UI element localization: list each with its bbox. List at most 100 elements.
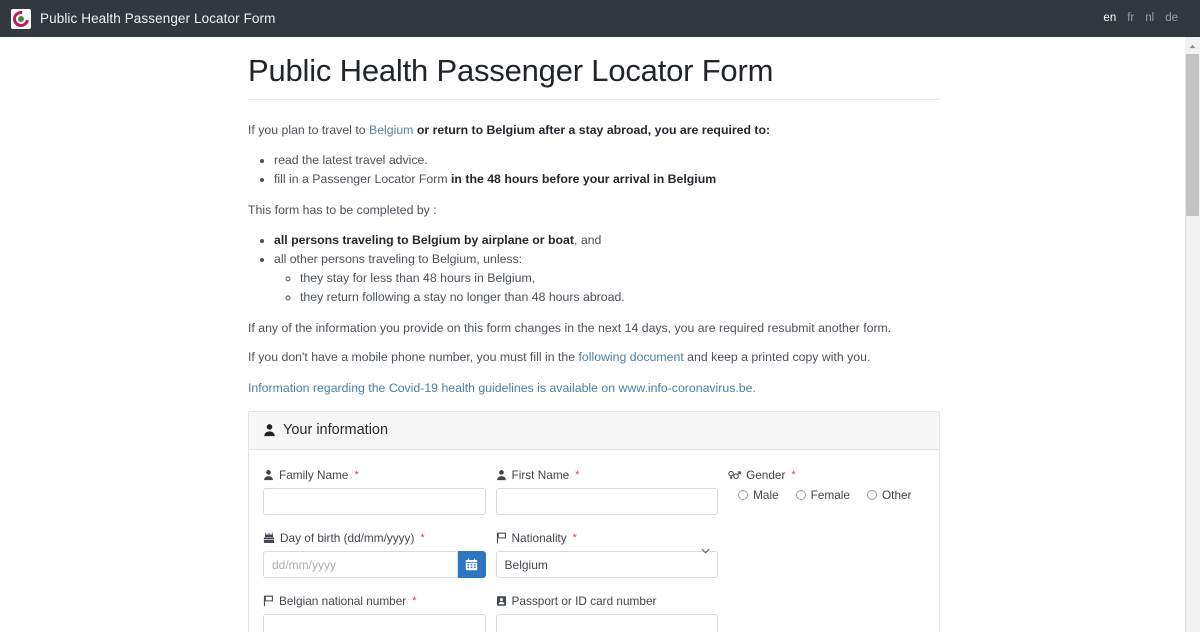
intro-item-1-bold: in the 48 hours before your arrival in B…: [451, 171, 717, 186]
required-marker: *: [412, 595, 417, 608]
page-title: Public Health Passenger Locator Form: [248, 53, 774, 88]
form-row-id-numbers: Belgian national number * YY.MM.DD-sss-P…: [263, 594, 925, 632]
content-container: Public Health Passenger Locator Form If …: [248, 37, 940, 632]
nationality-label-text: Nationality: [511, 531, 567, 546]
gender-option-male[interactable]: Male: [738, 488, 779, 502]
venus-mars-icon: [728, 469, 741, 481]
gender-label-text: Gender: [746, 468, 786, 483]
first-name-field-group: First Name *: [495, 468, 719, 516]
list-item: they return following a stay no longer t…: [300, 288, 940, 307]
gender-label: Gender *: [728, 468, 925, 482]
required-marker: *: [354, 469, 359, 482]
panel-body: Family Name * First Name * Gender * Male…: [249, 450, 939, 632]
intro-lead: If you plan to travel to Belgium or retu…: [248, 122, 940, 140]
no-phone-notice: If you don't have a mobile phone number,…: [248, 349, 940, 367]
nationality-select[interactable]: Belgium: [495, 551, 719, 579]
triangle-up-icon: [1189, 36, 1196, 54]
no-phone-after: and keep a printed copy with you.: [683, 349, 871, 364]
passport-number-label-text: Passport or ID card number: [511, 594, 657, 609]
language-link-en[interactable]: en: [1103, 12, 1116, 24]
day-of-birth-label-text: Day of birth (dd/mm/yyyy): [280, 531, 415, 546]
radio-button[interactable]: [738, 490, 749, 501]
calendar-picker-button[interactable]: [457, 551, 486, 579]
form-row-birth-nationality: Day of birth (dd/mm/yyyy) * dd/mm/yyyy N…: [263, 531, 925, 579]
window-titlebar: Public Health Passenger Locator Form en …: [0, 0, 1200, 37]
family-name-label-text: Family Name: [279, 468, 349, 483]
nationality-label: Nationality *: [496, 531, 719, 545]
calendar-icon: [465, 558, 478, 571]
list-item: read the latest travel advice.: [274, 151, 940, 170]
following-document-link[interactable]: following document: [578, 350, 683, 364]
gender-option-female-label: Female: [810, 488, 850, 503]
user-icon: [263, 469, 274, 481]
gender-option-other-label: Other: [881, 488, 912, 503]
radio-button[interactable]: [866, 490, 877, 501]
scrollbar-up-button[interactable]: [1185, 37, 1200, 52]
list-item: all persons traveling to Belgium by airp…: [274, 231, 940, 250]
window-title: Public Health Passenger Locator Form: [40, 11, 276, 26]
panel-title: Your information: [283, 422, 389, 439]
day-of-birth-field-group: Day of birth (dd/mm/yyyy) *: [263, 531, 486, 579]
belgian-national-number-input[interactable]: [263, 614, 486, 632]
family-name-label: Family Name *: [263, 468, 486, 482]
completed-by-0-bold: all persons traveling to Belgium by airp…: [274, 232, 574, 247]
birthday-cake-icon: [263, 532, 275, 544]
intro-item-0-text: read the latest travel advice.: [274, 152, 428, 167]
gender-radio-group: Male Female Other: [728, 488, 925, 502]
nationality-field-group: Nationality * Belgium: [495, 531, 719, 579]
passport-number-input[interactable]: [495, 614, 719, 632]
row2-spacer: [728, 531, 925, 578]
gender-option-male-label: Male: [753, 488, 779, 503]
passport-number-field-group: Passport or ID card number: [495, 594, 719, 632]
user-icon: [263, 423, 276, 437]
your-information-panel: Your information Family Name * First Nam…: [248, 411, 940, 632]
completed-by-heading: This form has to be completed by :: [248, 202, 437, 217]
language-switcher: en fr nl de: [1103, 12, 1178, 24]
completed-by-1-text: all other persons traveling to Belgium, …: [274, 251, 523, 266]
intro-item-1-text: fill in a Passenger Locator Form: [274, 171, 452, 186]
list-item: they stay for less than 48 hours in Belg…: [300, 269, 940, 288]
family-name-field-group: Family Name *: [263, 468, 486, 516]
vertical-scrollbar-thumb[interactable]: [1186, 54, 1199, 216]
gender-field-group: Gender * Male Female Other: [728, 468, 925, 515]
day-of-birth-input[interactable]: [263, 551, 458, 579]
user-icon: [496, 469, 507, 481]
day-of-birth-input-group: [263, 551, 486, 579]
first-name-input[interactable]: [495, 488, 719, 516]
flag-icon: [263, 595, 274, 607]
required-marker: *: [420, 532, 425, 545]
language-link-nl[interactable]: nl: [1145, 12, 1154, 24]
day-of-birth-label: Day of birth (dd/mm/yyyy) *: [263, 531, 486, 545]
intro-requirements-list: read the latest travel advice. fill in a…: [248, 151, 940, 189]
change-notice: If any of the information you provide on…: [248, 320, 892, 335]
list-item: fill in a Passenger Locator Form in the …: [274, 170, 940, 189]
no-phone-before: If you don't have a mobile phone number,…: [248, 349, 579, 364]
first-name-label-text: First Name: [511, 468, 570, 483]
belgian-national-number-field-group: Belgian national number * YY.MM.DD-sss-P…: [263, 594, 486, 632]
form-row-names: Family Name * First Name * Gender * Male…: [263, 468, 925, 516]
passport-number-label: Passport or ID card number: [496, 594, 719, 608]
family-name-input[interactable]: [263, 488, 486, 516]
required-marker: *: [572, 532, 577, 545]
flag-icon: [496, 532, 507, 544]
covid-info-paragraph: Information regarding the Covid-19 healt…: [248, 380, 940, 398]
swirl-logo-icon: [11, 8, 31, 29]
required-marker: *: [791, 469, 796, 482]
intro-lead-bold: or return to Belgium after a stay abroad…: [413, 123, 771, 137]
gender-option-female[interactable]: Female: [795, 488, 850, 503]
id-card-icon: [496, 595, 507, 607]
radio-button[interactable]: [795, 490, 806, 501]
intro-lead-country: Belgium: [369, 123, 414, 137]
completed-by-0-text: , and: [573, 232, 602, 247]
title-divider: [248, 99, 940, 100]
gender-option-other[interactable]: Other: [866, 488, 912, 503]
completed-by-list: all persons traveling to Belgium by airp…: [248, 231, 940, 307]
belgian-national-number-label: Belgian national number *: [263, 594, 486, 608]
list-item: all other persons traveling to Belgium, …: [274, 250, 940, 307]
language-link-de[interactable]: de: [1165, 12, 1178, 24]
covid-info-link[interactable]: Information regarding the Covid-19 healt…: [248, 381, 756, 395]
belgian-national-number-label-text: Belgian national number: [279, 594, 407, 609]
panel-header: Your information: [249, 412, 939, 451]
intro-lead-prefix: If you plan to travel to: [248, 123, 369, 137]
language-link-fr[interactable]: fr: [1127, 12, 1134, 24]
